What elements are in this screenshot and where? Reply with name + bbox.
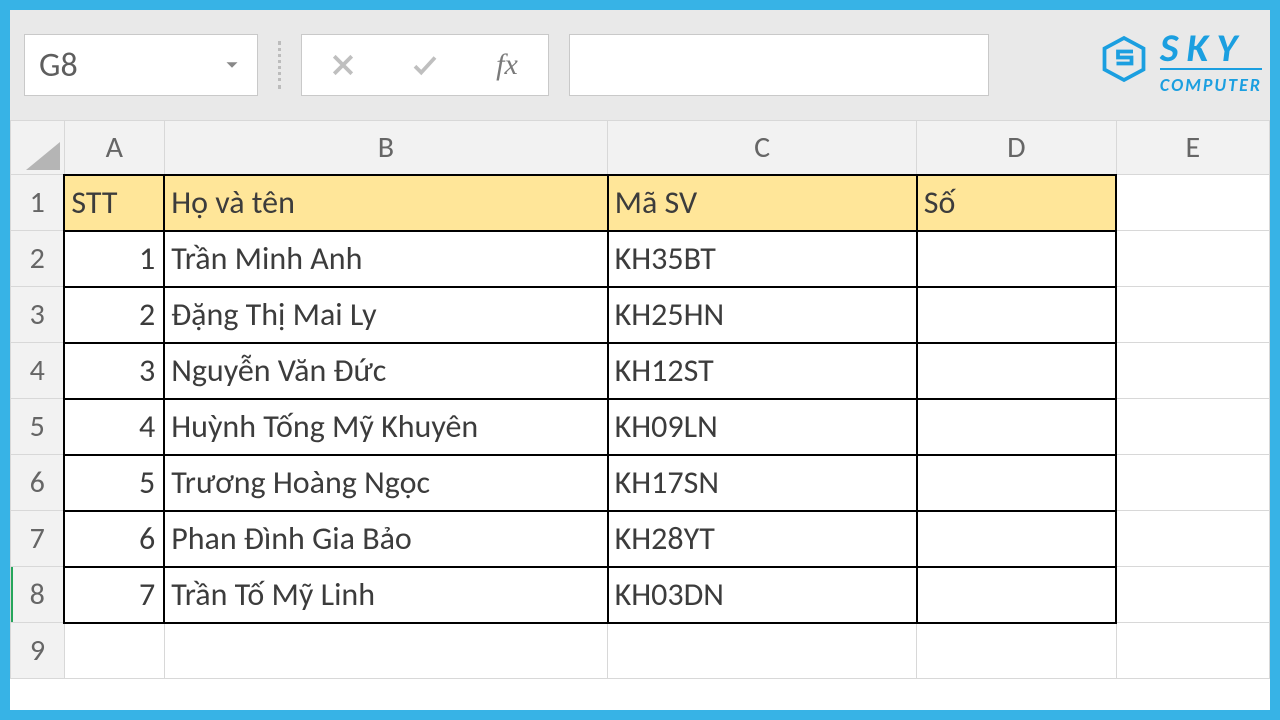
spreadsheet-table: A B C D E 1 STT Họ và tên Mã SV Số 21Trầ… [10, 120, 1270, 679]
logo-icon [1100, 35, 1148, 88]
cell[interactable]: KH03DN [608, 567, 917, 623]
enter-icon[interactable] [384, 35, 466, 95]
col-header-E[interactable]: E [1116, 121, 1269, 175]
cell[interactable]: Nguyễn Văn Đức [164, 343, 607, 399]
row-header[interactable]: 2 [11, 231, 65, 287]
cell[interactable]: Huỳnh Tống Mỹ Khuyên [164, 399, 607, 455]
separator [278, 41, 281, 89]
row-header[interactable]: 6 [11, 455, 65, 511]
cell[interactable] [1116, 287, 1269, 343]
cell[interactable]: 7 [64, 567, 164, 623]
cell[interactable]: Đặng Thị Mai Ly [164, 287, 607, 343]
select-all-corner[interactable] [11, 121, 65, 175]
cell[interactable]: KH35BT [608, 231, 917, 287]
cell[interactable]: Phan Đình Gia Bảo [164, 511, 607, 567]
table-row: 21Trần Minh AnhKH35BT [11, 231, 1270, 287]
column-header-row: A B C D E [11, 121, 1270, 175]
table-row: 54Huỳnh Tống Mỹ KhuyênKH09LN [11, 399, 1270, 455]
cell[interactable] [917, 455, 1116, 511]
logo-text-2: COMPUTER [1160, 68, 1262, 94]
cell[interactable] [608, 623, 917, 679]
cell[interactable]: 4 [64, 399, 164, 455]
table-row: 65Trương Hoàng NgọcKH17SN [11, 455, 1270, 511]
cell[interactable]: 3 [64, 343, 164, 399]
row-header[interactable]: 3 [11, 287, 65, 343]
cell[interactable] [1116, 455, 1269, 511]
cell[interactable]: Trần Tố Mỹ Linh [164, 567, 607, 623]
table-row: 9 [11, 623, 1270, 679]
cell[interactable] [1116, 343, 1269, 399]
cell[interactable] [917, 623, 1116, 679]
col-header-C[interactable]: C [608, 121, 917, 175]
cell[interactable]: KH17SN [608, 455, 917, 511]
table-row: 43Nguyễn Văn ĐứcKH12ST [11, 343, 1270, 399]
insert-function-icon[interactable]: fx [466, 35, 548, 95]
formula-bar: G8 fx [10, 10, 1270, 120]
formula-buttons: fx [301, 34, 549, 96]
row-header[interactable]: 7 [11, 511, 65, 567]
brand-logo: SKY COMPUTER [1100, 28, 1262, 94]
chevron-down-icon[interactable] [221, 45, 243, 86]
cell[interactable]: Trương Hoàng Ngọc [164, 455, 607, 511]
spreadsheet-window: G8 fx [10, 10, 1270, 710]
cell[interactable]: KH12ST [608, 343, 917, 399]
table-row: 32Đặng Thị Mai LyKH25HN [11, 287, 1270, 343]
cell[interactable]: 1 [64, 231, 164, 287]
col-header-B[interactable]: B [164, 121, 607, 175]
name-box-value: G8 [39, 45, 78, 86]
name-box[interactable]: G8 [24, 34, 258, 96]
row-header[interactable]: 8 [11, 567, 65, 623]
cell[interactable] [1116, 623, 1269, 679]
cell[interactable]: Họ và tên [164, 175, 607, 231]
cell[interactable]: KH25HN [608, 287, 917, 343]
logo-text-1: SKY [1160, 28, 1262, 68]
table-row: 87Trần Tố Mỹ LinhKH03DN [11, 567, 1270, 623]
cell[interactable] [1116, 511, 1269, 567]
cell[interactable] [917, 567, 1116, 623]
cell[interactable]: Trần Minh Anh [164, 231, 607, 287]
cell[interactable]: KH28YT [608, 511, 917, 567]
cell[interactable] [64, 623, 164, 679]
col-header-D[interactable]: D [917, 121, 1116, 175]
row-header[interactable]: 4 [11, 343, 65, 399]
cell[interactable] [917, 343, 1116, 399]
cell[interactable]: Mã SV [608, 175, 917, 231]
row-header[interactable]: 9 [11, 623, 65, 679]
row-header[interactable]: 5 [11, 399, 65, 455]
cell[interactable] [917, 511, 1116, 567]
col-header-A[interactable]: A [64, 121, 164, 175]
cell[interactable] [164, 623, 607, 679]
cell[interactable]: STT [64, 175, 164, 231]
cell-grid[interactable]: A B C D E 1 STT Họ và tên Mã SV Số 21Trầ… [10, 120, 1270, 710]
row-header[interactable]: 1 [11, 175, 65, 231]
cell[interactable]: KH09LN [608, 399, 917, 455]
cell[interactable]: 2 [64, 287, 164, 343]
cell[interactable] [917, 399, 1116, 455]
table-row: 1 STT Họ và tên Mã SV Số [11, 175, 1270, 231]
formula-input[interactable] [569, 34, 989, 96]
cell[interactable] [1116, 175, 1269, 231]
cell[interactable] [1116, 567, 1269, 623]
table-row: 76Phan Đình Gia BảoKH28YT [11, 511, 1270, 567]
cell[interactable]: Số [917, 175, 1116, 231]
cell[interactable] [1116, 231, 1269, 287]
cell[interactable] [917, 287, 1116, 343]
cell[interactable] [917, 231, 1116, 287]
cell[interactable]: 5 [64, 455, 164, 511]
cancel-icon[interactable] [302, 35, 384, 95]
cell[interactable] [1116, 399, 1269, 455]
cell[interactable]: 6 [64, 511, 164, 567]
